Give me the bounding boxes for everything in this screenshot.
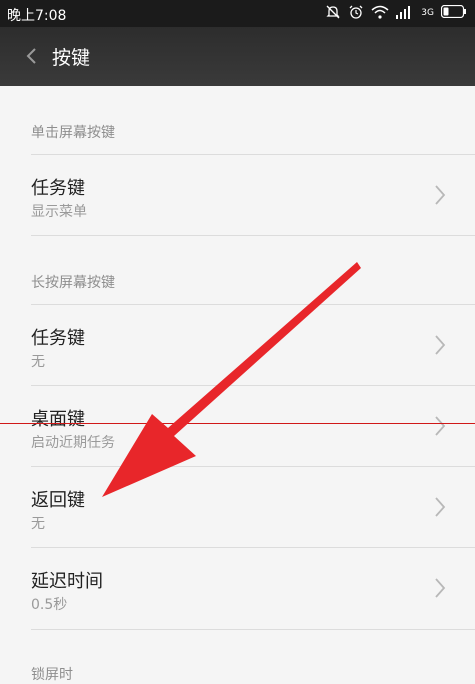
item-value: 0.5秒	[31, 597, 68, 613]
item-value: 启动近期任务	[31, 435, 115, 451]
list-item-back-key[interactable]: 返回键 无	[0, 467, 475, 547]
status-bar: 晚上7:08 3G	[0, 0, 475, 27]
list-item-task-key-long-press[interactable]: 任务键 无	[0, 305, 475, 385]
back-icon[interactable]	[18, 42, 46, 70]
chevron-right-icon	[433, 333, 447, 357]
network-type-icon: 3G	[421, 8, 434, 18]
wifi-icon	[371, 5, 389, 23]
section-title-single-tap: 单击屏幕按键	[31, 125, 115, 141]
chevron-right-icon	[433, 495, 447, 519]
annotation-line	[0, 423, 475, 424]
list-item-task-key-tap[interactable]: 任务键 显示菜单	[0, 155, 475, 235]
page-title: 按键	[52, 47, 91, 69]
section-title-lock-screen: 锁屏时	[31, 667, 73, 683]
item-value: 无	[31, 516, 45, 532]
item-label: 任务键	[31, 178, 85, 199]
divider	[31, 235, 475, 236]
battery-icon	[440, 4, 467, 22]
item-value: 显示菜单	[31, 204, 87, 220]
app-header: 按键	[0, 27, 475, 86]
item-label: 桌面键	[31, 409, 85, 430]
status-icons: 3G	[325, 4, 467, 23]
chevron-right-icon	[433, 414, 447, 438]
mute-icon	[325, 4, 341, 24]
chevron-right-icon	[433, 183, 447, 207]
list-item-home-key[interactable]: 桌面键 启动近期任务	[0, 386, 475, 466]
section-title-long-press: 长按屏幕按键	[31, 275, 115, 291]
item-label: 返回键	[31, 490, 85, 511]
chevron-right-icon	[433, 576, 447, 600]
alarm-icon	[348, 4, 364, 24]
item-label: 任务键	[31, 328, 85, 349]
list-item-delay-time[interactable]: 延迟时间 0.5秒	[0, 548, 475, 628]
status-time: 晚上7:08	[7, 8, 67, 24]
divider	[31, 629, 475, 630]
signal-icon	[396, 5, 414, 23]
item-label: 延迟时间	[31, 571, 103, 592]
item-value: 无	[31, 354, 45, 370]
